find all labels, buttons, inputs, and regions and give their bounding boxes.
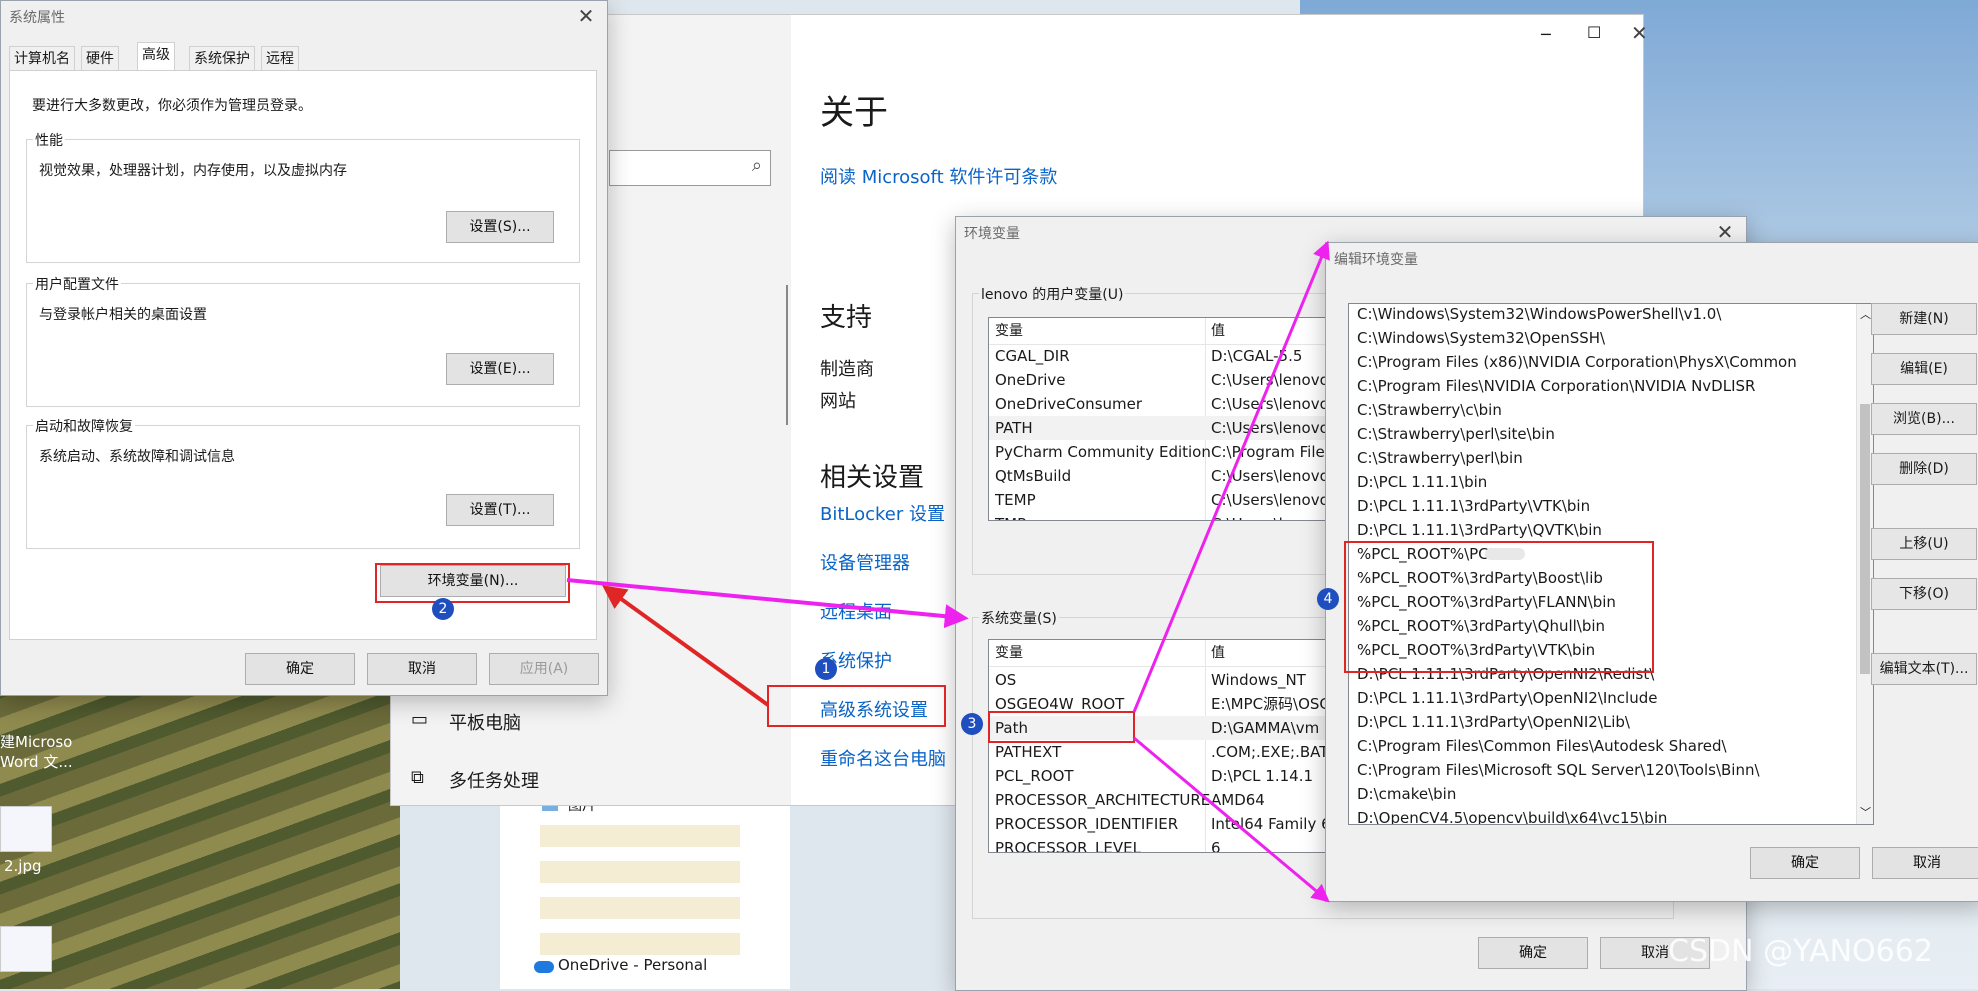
arrow-path-to-editor-top — [1132, 240, 1330, 713]
step-badge-1: 1 — [815, 658, 837, 680]
arrow-path-to-editor-bottom — [1133, 736, 1330, 903]
annotation-arrows — [566, 240, 1330, 903]
step-badge-4: 4 — [1317, 588, 1339, 610]
step-badge-3: 3 — [961, 713, 983, 735]
step-badge-2: 2 — [432, 598, 454, 620]
watermark: CSDN @YANO662 — [1668, 934, 1933, 969]
arrow-env-to-sysvars — [566, 578, 969, 629]
arrow-advanced-to-env — [602, 585, 770, 707]
